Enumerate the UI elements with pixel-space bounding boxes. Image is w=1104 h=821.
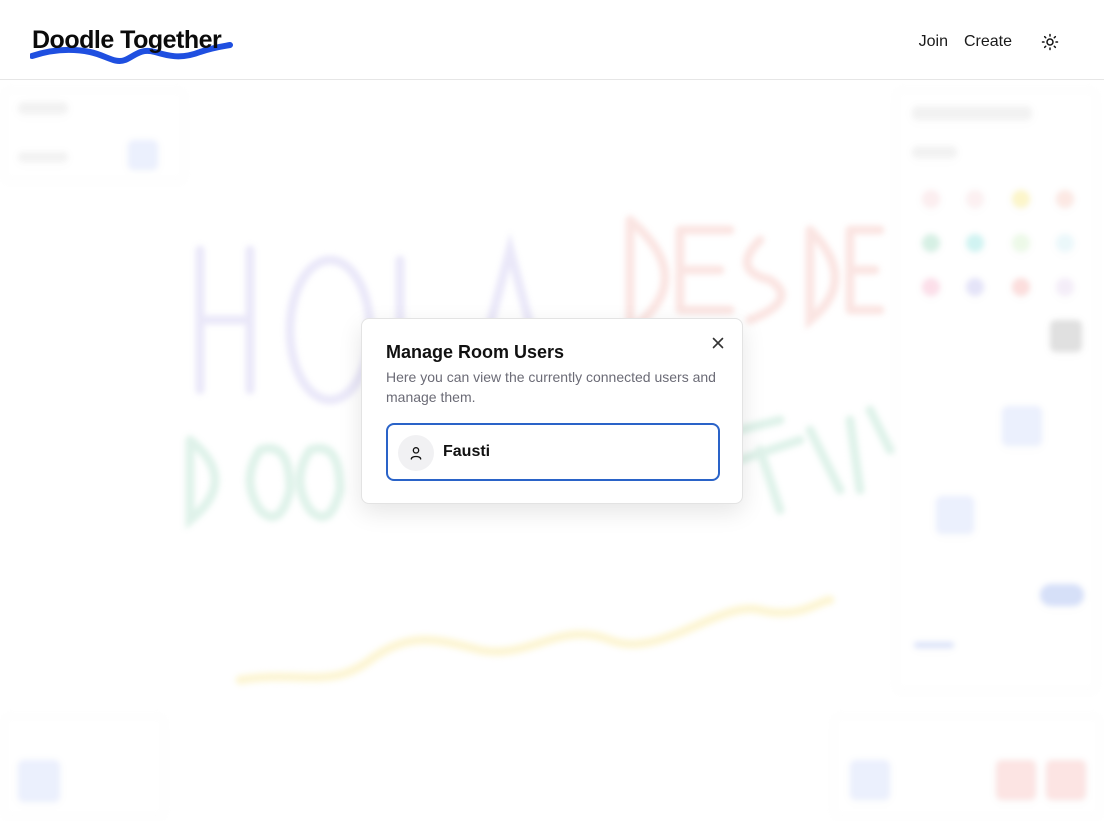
create-link[interactable]: Create — [964, 33, 1012, 51]
user-name: Fausti — [443, 443, 491, 460]
sun-icon[interactable] — [1038, 30, 1062, 54]
close-icon[interactable] — [710, 335, 726, 351]
dialog-description: Here you can view the currently connecte… — [386, 369, 716, 405]
app-logo[interactable]: Doodle Together — [30, 22, 240, 72]
top-nav: Join Create — [919, 30, 1062, 54]
manage-users-dialog: Manage Room Users Here you can view the … — [361, 318, 743, 504]
dialog-title: Manage Room Users — [386, 342, 565, 362]
user-icon — [398, 435, 434, 471]
app-title: Doodle Together — [32, 26, 222, 54]
join-link[interactable]: Join — [919, 33, 948, 51]
user-list-item[interactable]: Fausti — [386, 423, 720, 481]
app-header: Doodle Together Join Create — [0, 0, 1104, 80]
